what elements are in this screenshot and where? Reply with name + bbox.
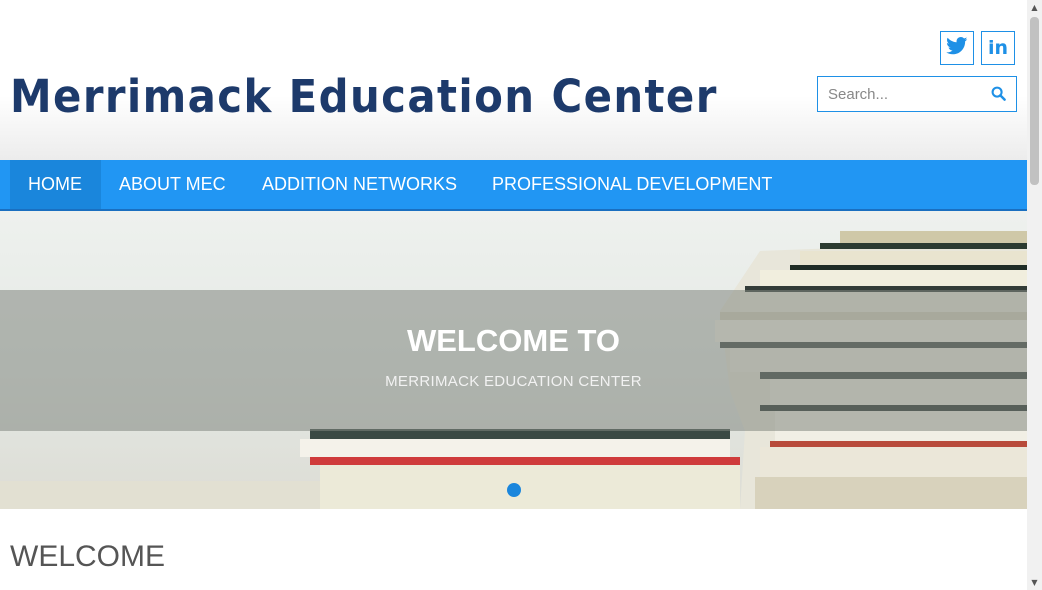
search-input[interactable] <box>818 77 983 111</box>
site-logo[interactable]: Merrimack Education Center <box>10 70 718 123</box>
hero-subtitle: MERRIMACK EDUCATION CENTER <box>385 373 642 390</box>
nav-item-home[interactable]: HOME <box>10 160 101 209</box>
nav-item-addition-networks[interactable]: ADDITION NETWORKS <box>244 160 475 209</box>
search-icon[interactable] <box>991 86 1006 106</box>
hero-caption-band <box>0 290 1027 431</box>
linkedin-icon: in <box>987 36 1009 59</box>
page: Merrimack Education Center in HOME ABOUT… <box>0 0 1027 590</box>
linkedin-link[interactable]: in <box>981 31 1015 65</box>
scrollbar-thumb[interactable] <box>1030 17 1039 185</box>
scroll-up-arrow-icon[interactable]: ▲ <box>1027 0 1042 15</box>
scroll-down-arrow-icon[interactable]: ▼ <box>1027 575 1042 590</box>
twitter-link[interactable] <box>940 31 974 65</box>
hero-slider: WELCOME TO MERRIMACK EDUCATION CENTER <box>0 211 1027 509</box>
search-box <box>817 76 1017 112</box>
site-header: Merrimack Education Center in <box>0 0 1027 160</box>
twitter-icon <box>946 36 968 60</box>
main-nav: HOME ABOUT MEC ADDITION NETWORKS PROFESS… <box>0 160 1027 211</box>
vertical-scrollbar[interactable]: ▲ ▼ <box>1027 0 1042 590</box>
welcome-heading: WELCOME <box>10 540 166 573</box>
slider-dot[interactable] <box>507 483 521 497</box>
hero-title: WELCOME TO <box>407 323 620 358</box>
nav-item-professional-development[interactable]: PROFESSIONAL DEVELOPMENT <box>474 160 790 209</box>
nav-item-about-mec[interactable]: ABOUT MEC <box>101 160 244 209</box>
